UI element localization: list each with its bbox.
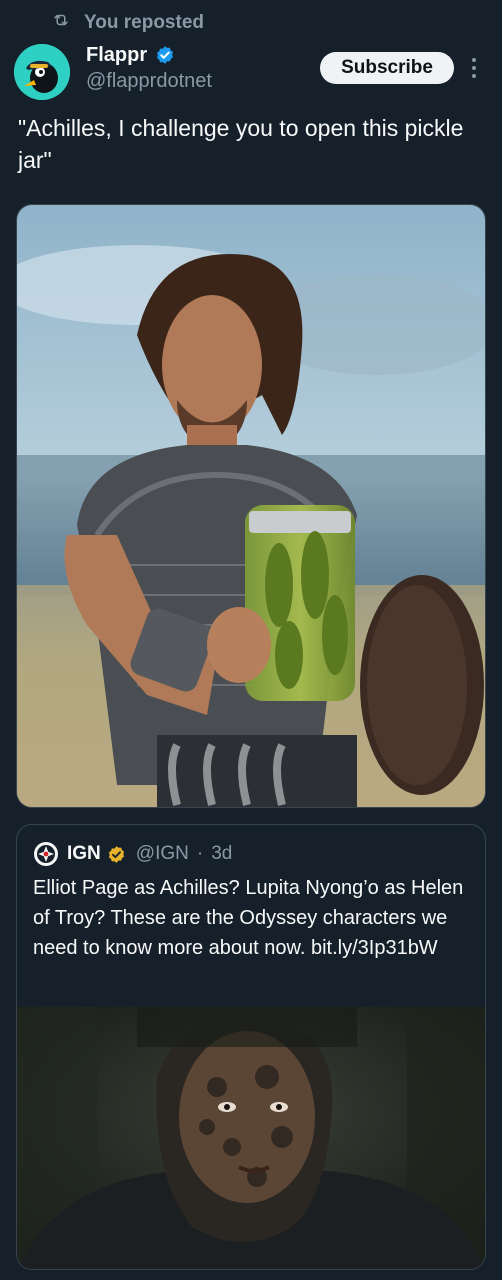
muddy-face-photo <box>17 1007 485 1269</box>
subscribe-button[interactable]: Subscribe <box>320 52 454 84</box>
repost-label: You reposted <box>84 12 204 33</box>
author-info: Flappr @flapprdotnet <box>86 42 212 93</box>
flappr-logo-icon <box>14 44 70 100</box>
quoted-post-image[interactable] <box>17 1007 485 1269</box>
quoted-display-name: IGN <box>67 843 101 864</box>
ign-logo-icon <box>34 842 58 866</box>
gold-verified-badge-icon <box>108 845 124 863</box>
quoted-post-header: IGN @IGN · 3d <box>33 841 232 867</box>
author-handle[interactable]: @flapprdotnet <box>86 70 212 93</box>
quoted-time: 3d <box>211 843 233 864</box>
warrior-pickle-jar-photo <box>17 205 485 807</box>
quoted-handle: @IGN <box>135 843 189 864</box>
author-avatar[interactable] <box>14 44 70 100</box>
repost-indicator: You reposted <box>52 10 204 36</box>
repost-icon <box>52 11 70 35</box>
post-image[interactable] <box>16 204 486 808</box>
author-display-name[interactable]: Flappr <box>86 44 147 67</box>
post-text: "Achilles, I challenge you to open this … <box>18 115 464 173</box>
quoted-post-text: Elliot Page as Achilles? Lupita Nyong’o … <box>33 877 464 959</box>
quoted-separator: · <box>196 843 204 864</box>
verified-badge-icon <box>155 45 175 65</box>
more-icon[interactable] <box>466 54 482 82</box>
quoted-post[interactable]: IGN @IGN · 3d Elliot Page as Achilles? L… <box>16 824 486 1270</box>
